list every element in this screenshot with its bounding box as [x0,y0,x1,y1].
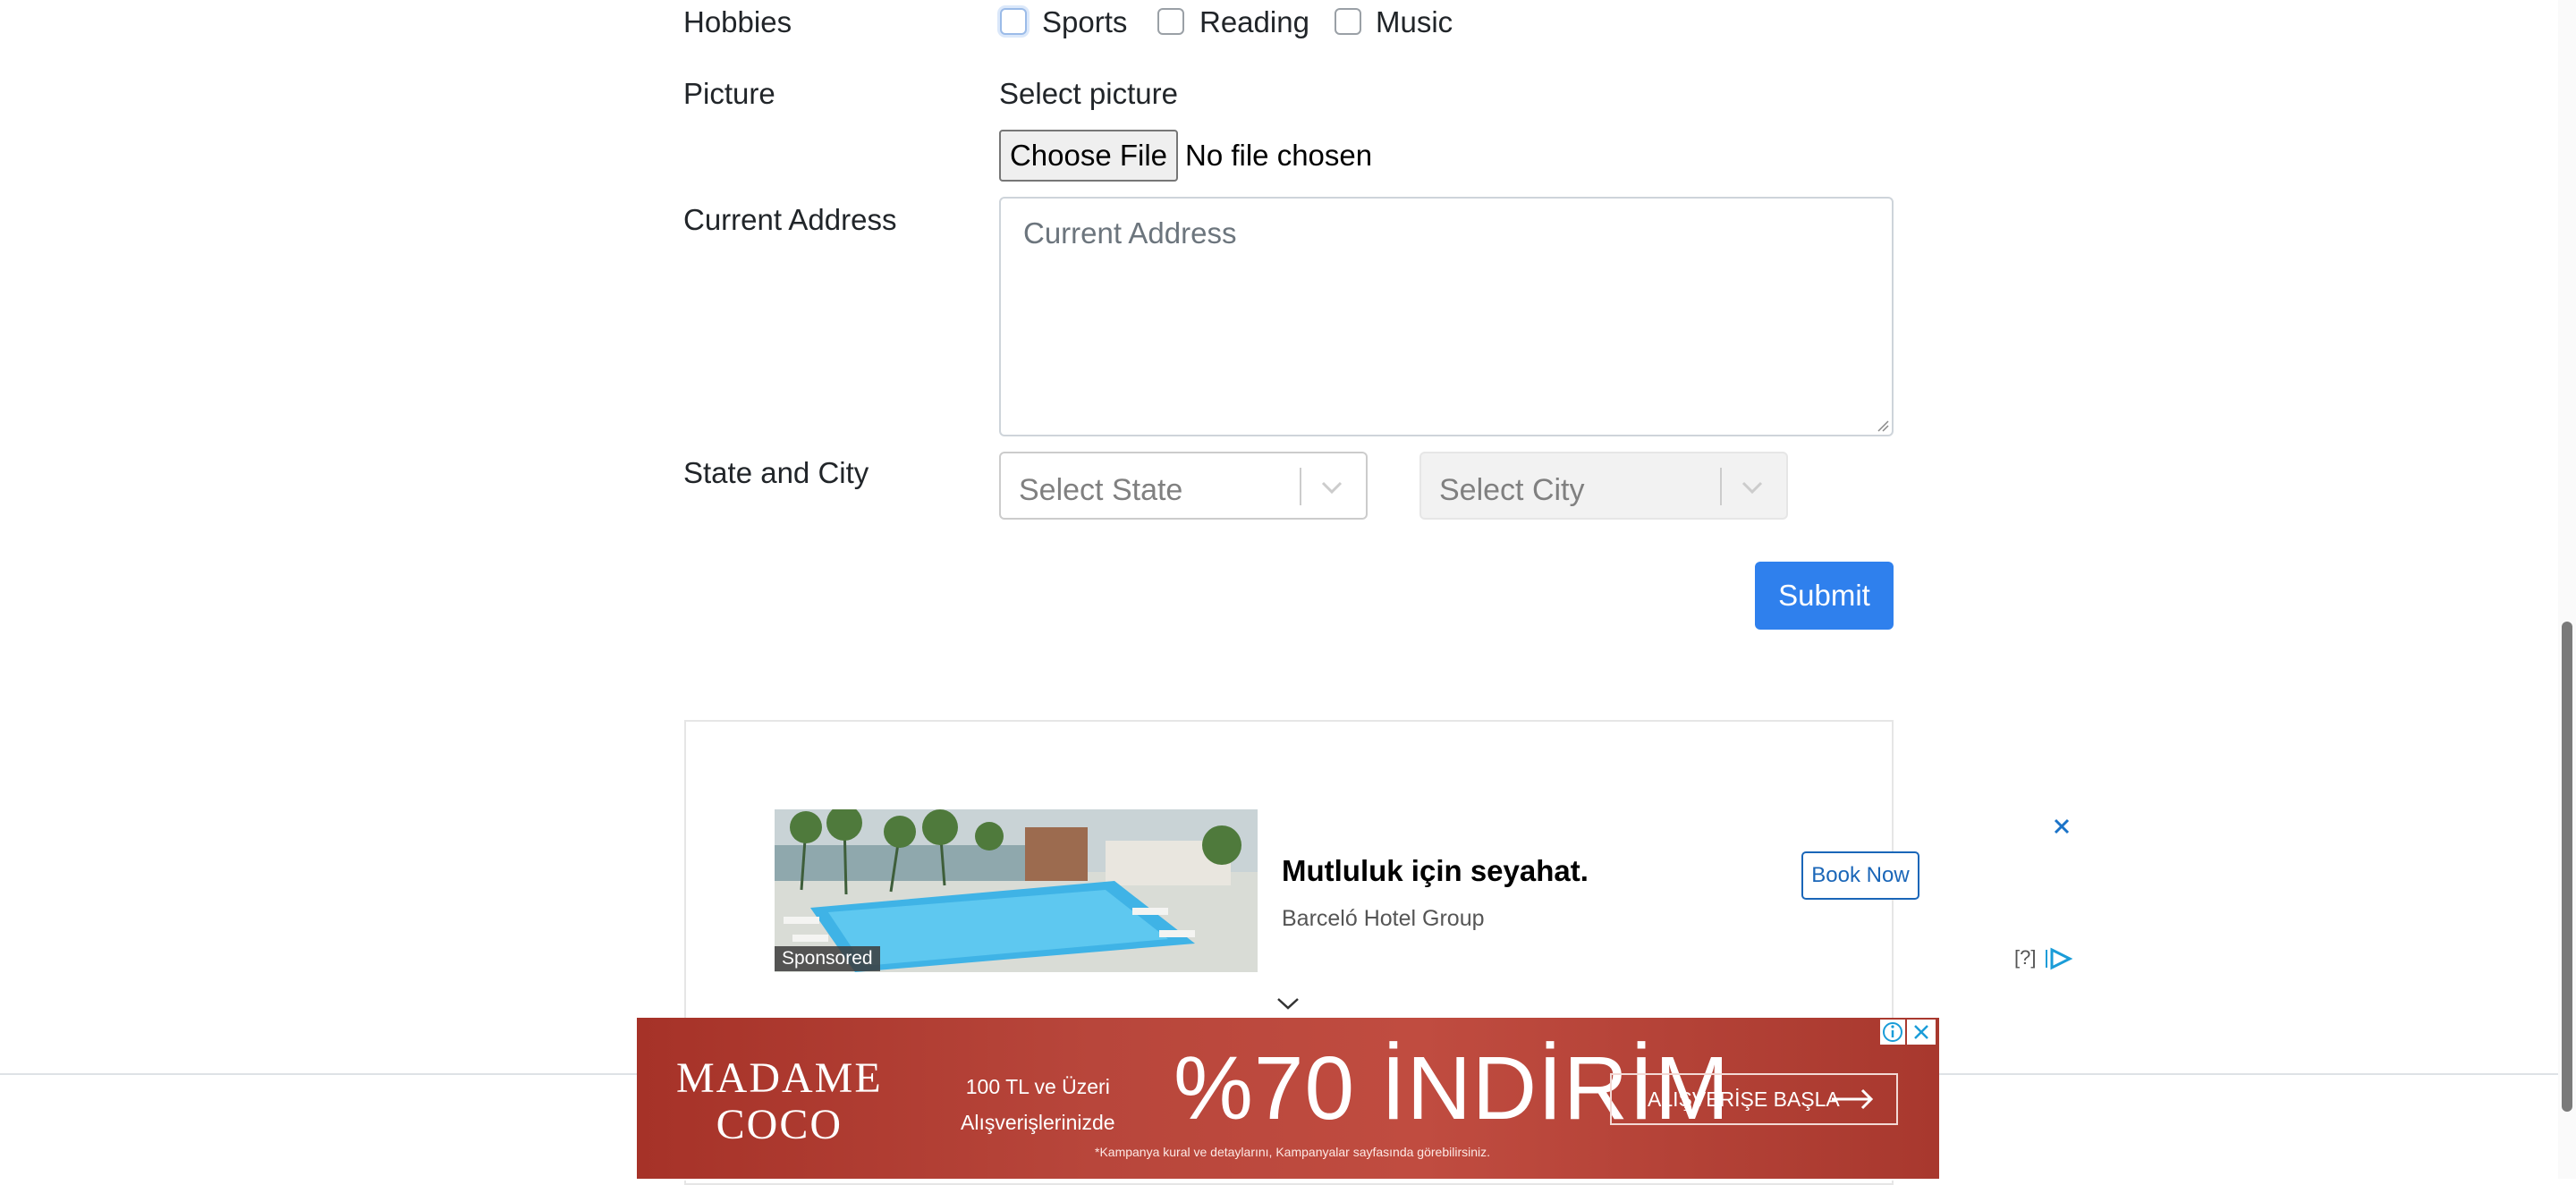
checkbox-sports-label[interactable]: Sports [1042,7,1127,37]
arrow-right-icon [1832,1088,1874,1110]
city-select-separator [1720,468,1722,505]
scrollbar-thumb[interactable] [2562,622,2572,1112]
banner-promo-line1: 100 TL ve Üzeri [965,1075,1110,1098]
adchoices-icon[interactable] [2043,946,2075,971]
checkbox-reading-label[interactable]: Reading [1199,7,1309,37]
current-address-placeholder: Current Address [1023,216,1237,250]
chevron-down-icon[interactable] [1734,471,1770,504]
banner-promo-line2: Alışverişlerinizde [961,1111,1115,1134]
picture-label: Picture [683,77,775,110]
city-select-placeholder: Select City [1439,473,1585,507]
checkbox-music-label[interactable]: Music [1376,7,1453,37]
current-address-textarea[interactable]: Current Address [999,197,1894,436]
close-icon[interactable] [2049,814,2074,839]
state-select-separator [1300,468,1301,505]
banner-brand-line2: COCO [716,1101,843,1148]
resize-grip-icon[interactable] [1877,419,1889,432]
submit-button[interactable]: Submit [1755,562,1894,630]
choose-file-button[interactable]: Choose File [999,130,1178,182]
state-select-placeholder: Select State [1019,473,1183,507]
banner-shop-button[interactable]: ALIŞVERİŞE BAŞLA [1610,1073,1898,1125]
sponsored-badge: Sponsored [775,946,880,971]
banner-promo: 100 TL ve Üzeri Alışverişlerinizde [961,1069,1115,1140]
checkbox-reading[interactable] [1157,8,1184,35]
banner-fine-print: *Kampanya kural ve detaylarını, Kampanya… [1095,1145,1491,1159]
banner-brand-line1: MADAME [676,1054,883,1102]
book-now-button[interactable]: Book Now [1801,851,1919,900]
state-city-label: State and City [683,456,869,489]
info-icon[interactable] [1880,1020,1905,1045]
checkbox-music[interactable] [1335,8,1361,35]
select-picture-label: Select picture [999,77,1178,110]
current-address-label: Current Address [683,203,897,236]
checkbox-sports[interactable] [1000,8,1027,35]
ad-help-link[interactable]: [?] [2014,946,2036,969]
madame-coco-banner[interactable]: MADAME COCO 100 TL ve Üzeri Alışverişler… [637,1018,1939,1179]
banner-brand: MADAME COCO [676,1055,883,1148]
city-select[interactable]: Select City [1419,452,1788,520]
file-status-text: No file chosen [1185,139,1373,172]
ad-headline[interactable]: Mutluluk için seyahat. [1282,854,1589,888]
hobbies-label: Hobbies [683,5,792,38]
chevron-down-icon[interactable] [1275,995,1301,1012]
banner-shop-button-label: ALIŞVERİŞE BAŞLA [1648,1088,1840,1111]
state-select[interactable]: Select State [999,452,1368,520]
close-icon[interactable] [1907,1020,1936,1045]
chevron-down-icon[interactable] [1314,471,1350,504]
ad-advertiser[interactable]: Barceló Hotel Group [1282,906,1485,932]
